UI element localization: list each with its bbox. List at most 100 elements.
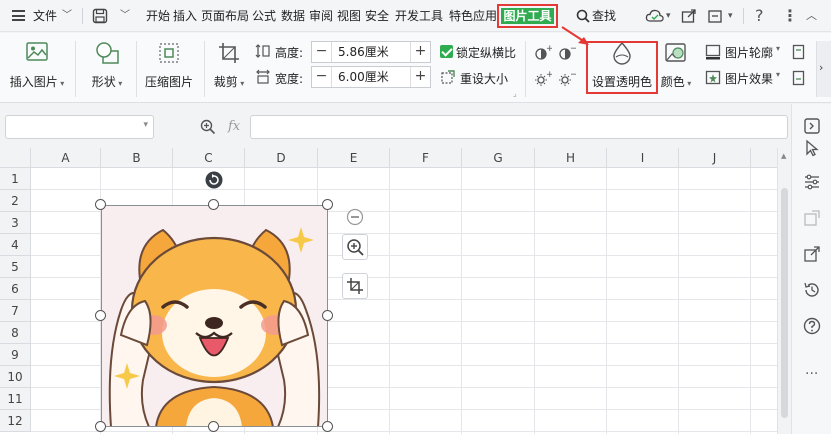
tab-insert[interactable]: 插入 bbox=[173, 0, 197, 32]
history-icon[interactable] bbox=[802, 280, 822, 300]
width-stepper[interactable]: − 6.00厘米 + bbox=[311, 66, 431, 88]
resize-handle-bottom-left[interactable] bbox=[95, 421, 106, 432]
scroll-up-icon[interactable]: ▲ bbox=[781, 152, 786, 160]
color-button[interactable]: 颜色 ▾ bbox=[660, 41, 692, 90]
scrollbar-thumb[interactable] bbox=[781, 188, 788, 418]
chevron-down-icon[interactable]: ▾ bbox=[776, 44, 780, 53]
row-header[interactable]: 4 bbox=[0, 234, 31, 256]
column-header[interactable]: G bbox=[462, 148, 535, 168]
tab-review[interactable]: 审阅 bbox=[309, 0, 333, 32]
resize-handle-left[interactable] bbox=[95, 310, 106, 321]
increase-width-button[interactable]: + bbox=[410, 67, 430, 87]
chevron-down-icon[interactable]: ▾ bbox=[666, 0, 671, 32]
tab-security[interactable]: 安全 bbox=[365, 0, 389, 32]
align-icon[interactable] bbox=[792, 44, 806, 60]
zoom-icon[interactable] bbox=[200, 119, 216, 135]
arrange-icon[interactable] bbox=[792, 70, 806, 86]
column-header[interactable]: I bbox=[607, 148, 679, 168]
resize-handle-top-left[interactable] bbox=[95, 199, 106, 210]
width-value[interactable]: 6.00厘米 bbox=[338, 67, 389, 87]
search-icon[interactable] bbox=[576, 9, 590, 23]
ribbon-scroll-right[interactable]: › bbox=[816, 41, 831, 97]
tab-picture-tools[interactable]: 图片工具 bbox=[497, 4, 558, 28]
column-header[interactable]: F bbox=[390, 148, 462, 168]
column-header[interactable]: J bbox=[679, 148, 751, 168]
chevron-down-icon[interactable]: ▾ bbox=[143, 120, 148, 130]
collapse-panel-icon[interactable] bbox=[802, 116, 822, 136]
column-header[interactable]: E bbox=[318, 148, 390, 168]
tab-page-layout[interactable]: 页面布局 bbox=[201, 0, 249, 32]
collapse-ribbon-icon[interactable]: ︿ bbox=[806, 0, 817, 32]
reset-size-label[interactable]: 重设大小 bbox=[460, 70, 508, 87]
row-header[interactable]: 6 bbox=[0, 278, 31, 300]
column-header[interactable]: D bbox=[245, 148, 318, 168]
name-box[interactable]: ▾ bbox=[5, 115, 154, 139]
dialog-launcher-icon[interactable]: ⌟ bbox=[513, 89, 517, 98]
resize-handle-top[interactable] bbox=[208, 199, 219, 210]
height-value[interactable]: 5.86厘米 bbox=[338, 42, 389, 62]
column-header[interactable]: C bbox=[173, 148, 245, 168]
rotate-handle-icon[interactable] bbox=[205, 171, 223, 189]
row-header[interactable]: 10 bbox=[0, 366, 31, 388]
decrease-brightness-icon[interactable]: − bbox=[558, 71, 576, 87]
resize-handle-bottom[interactable] bbox=[208, 421, 219, 432]
column-header-overflow[interactable] bbox=[751, 148, 777, 168]
tab-view[interactable]: 视图 bbox=[337, 0, 361, 32]
more-icon[interactable]: ··· bbox=[805, 366, 818, 382]
picture-effects-icon[interactable] bbox=[705, 70, 721, 86]
column-header[interactable]: B bbox=[101, 148, 173, 168]
collapse-float-tools-icon[interactable] bbox=[346, 208, 364, 226]
quick-access-dropdown-icon[interactable]: ﹀ bbox=[120, 0, 130, 32]
tab-special-apps[interactable]: 特色应用 bbox=[449, 0, 497, 32]
compress-picture-button[interactable]: 压缩图片 bbox=[140, 41, 198, 90]
row-header[interactable]: 1 bbox=[0, 168, 31, 190]
resize-handle-top-right[interactable] bbox=[322, 199, 333, 210]
hamburger-menu-icon[interactable] bbox=[12, 10, 25, 21]
resize-handle-bottom-right[interactable] bbox=[322, 421, 333, 432]
decrease-width-button[interactable]: − bbox=[312, 67, 332, 87]
chevron-down-icon[interactable]: ▾ bbox=[776, 70, 780, 79]
share-icon[interactable] bbox=[802, 244, 822, 264]
column-header[interactable]: A bbox=[31, 148, 101, 168]
tab-formulas[interactable]: 公式 bbox=[252, 0, 276, 32]
help-icon[interactable] bbox=[802, 316, 822, 336]
row-header[interactable]: 9 bbox=[0, 344, 31, 366]
tab-home[interactable]: 开始 bbox=[146, 0, 170, 32]
chevron-down-icon[interactable]: ▾ bbox=[728, 0, 733, 32]
insert-picture-button[interactable]: 插入图片 ▾ bbox=[6, 41, 68, 90]
resize-handle-right[interactable] bbox=[322, 310, 333, 321]
vertical-scrollbar[interactable]: ▲ bbox=[777, 148, 791, 434]
crop-float-button[interactable] bbox=[342, 273, 368, 299]
zoom-picture-button[interactable] bbox=[342, 234, 368, 260]
chevron-down-icon[interactable]: ﹀ bbox=[62, 0, 72, 32]
formula-input[interactable] bbox=[250, 115, 788, 139]
lock-aspect-checkbox[interactable] bbox=[440, 45, 453, 58]
cloud-sync-icon[interactable] bbox=[645, 8, 665, 24]
tab-data[interactable]: 数据 bbox=[281, 0, 305, 32]
export-icon[interactable] bbox=[707, 8, 725, 24]
save-icon[interactable] bbox=[92, 8, 108, 24]
pointer-select-icon[interactable] bbox=[802, 138, 822, 158]
row-header[interactable]: 5 bbox=[0, 256, 31, 278]
height-stepper[interactable]: − 5.86厘米 + bbox=[311, 41, 431, 63]
row-header[interactable]: 11 bbox=[0, 388, 31, 410]
decrease-height-button[interactable]: − bbox=[312, 42, 332, 62]
lock-aspect-label[interactable]: 锁定纵横比 bbox=[456, 44, 516, 61]
picture-outline-label[interactable]: 图片轮廓 bbox=[725, 44, 773, 61]
increase-brightness-icon[interactable]: + bbox=[534, 71, 552, 87]
property-settings-icon[interactable] bbox=[802, 172, 822, 192]
crop-button[interactable]: 裁剪 ▾ bbox=[210, 41, 248, 90]
help-icon[interactable]: ? bbox=[755, 0, 764, 32]
increase-height-button[interactable]: + bbox=[410, 42, 430, 62]
picture-effects-label[interactable]: 图片效果 bbox=[725, 70, 773, 87]
picture-outline-icon[interactable] bbox=[705, 44, 721, 60]
row-header[interactable]: 2 bbox=[0, 190, 31, 212]
row-header[interactable]: 3 bbox=[0, 212, 31, 234]
select-all-corner[interactable] bbox=[0, 148, 31, 168]
row-header[interactable]: 8 bbox=[0, 322, 31, 344]
function-icon[interactable]: fx bbox=[228, 119, 240, 134]
transform-icon[interactable] bbox=[802, 208, 822, 228]
file-menu[interactable]: 文件 bbox=[33, 0, 57, 32]
tab-developer[interactable]: 开发工具 bbox=[395, 0, 443, 32]
share-icon[interactable] bbox=[681, 8, 697, 24]
